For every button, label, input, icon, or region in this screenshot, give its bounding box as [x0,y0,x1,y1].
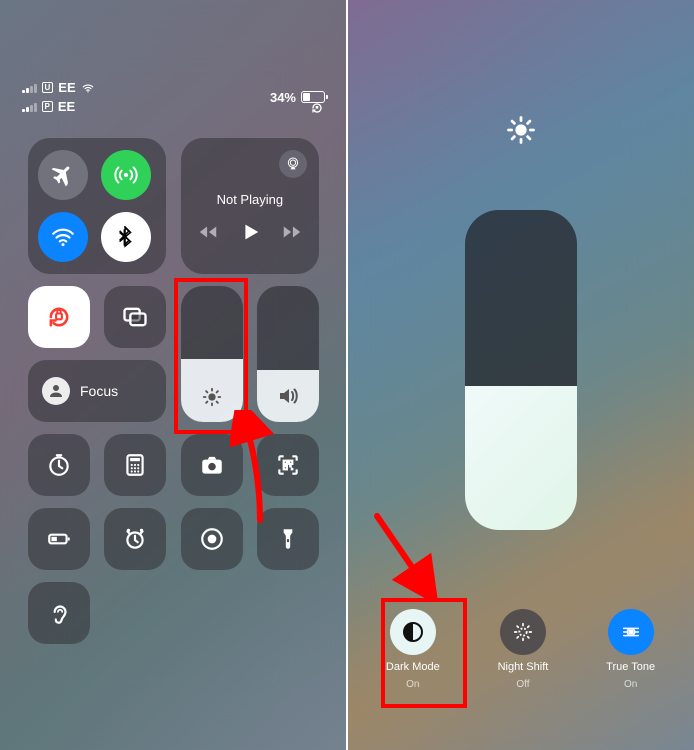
camera-button[interactable] [181,434,243,496]
true-tone-label: True Tone [606,661,655,673]
airplay-button[interactable] [279,150,307,178]
sim-tag-2: P [42,101,53,112]
rewind-button[interactable] [197,221,219,243]
sim-tag-1: U [42,82,54,93]
annotation-highlight-box [381,598,467,708]
brightness-slider-expanded[interactable] [465,210,577,530]
brightness-fill-expanded [465,386,577,530]
control-center-panel: U EE P EE 34% [0,0,347,750]
connectivity-group[interactable] [28,138,166,274]
focus-label: Focus [80,383,118,399]
media-title: Not Playing [217,192,283,207]
play-button[interactable] [239,221,261,243]
qr-scanner-button[interactable] [257,434,319,496]
carrier-2: EE [58,99,75,114]
low-power-button[interactable] [28,508,90,570]
true-tone-toggle[interactable]: True Tone On [606,609,655,690]
flashlight-button[interactable] [257,508,319,570]
cellular-data-button[interactable] [101,150,151,200]
screen-mirroring-button[interactable] [104,286,166,348]
carrier-1: EE [58,80,75,95]
brightness-icon [506,115,536,145]
brightness-expanded-panel: Dark Mode On Night Shift Off True Tone O… [347,0,694,750]
alarm-button[interactable] [104,508,166,570]
media-player-tile[interactable]: Not Playing [181,138,319,274]
night-shift-label: Night Shift [498,661,549,673]
calculator-button[interactable] [104,434,166,496]
status-sim-2: P EE [22,99,95,114]
timer-button[interactable] [28,434,90,496]
rotation-lock-button[interactable] [28,286,90,348]
airplane-mode-button[interactable] [38,150,88,200]
hearing-button[interactable] [28,582,90,644]
volume-icon [276,384,300,408]
wifi-button[interactable] [38,212,88,262]
signal-bars-icon [22,83,37,93]
night-shift-toggle[interactable]: Night Shift Off [498,609,549,690]
panel-divider [346,0,348,750]
rotation-lock-status-icon [309,100,325,116]
night-shift-state: Off [516,679,529,690]
annotation-highlight-box [174,278,248,434]
status-sim-1: U EE [22,80,95,95]
true-tone-state: On [624,679,637,690]
battery-percent: 34% [270,90,296,105]
focus-mode-icon [42,377,70,405]
forward-button[interactable] [281,221,303,243]
volume-slider[interactable] [257,286,319,422]
screen-record-button[interactable] [181,508,243,570]
focus-button[interactable]: Focus [28,360,166,422]
signal-bars-icon [22,102,37,112]
status-bar: U EE P EE 34% [22,80,325,114]
wifi-icon [81,81,95,95]
bluetooth-button[interactable] [101,212,151,262]
true-tone-icon [608,609,654,655]
night-shift-icon [500,609,546,655]
